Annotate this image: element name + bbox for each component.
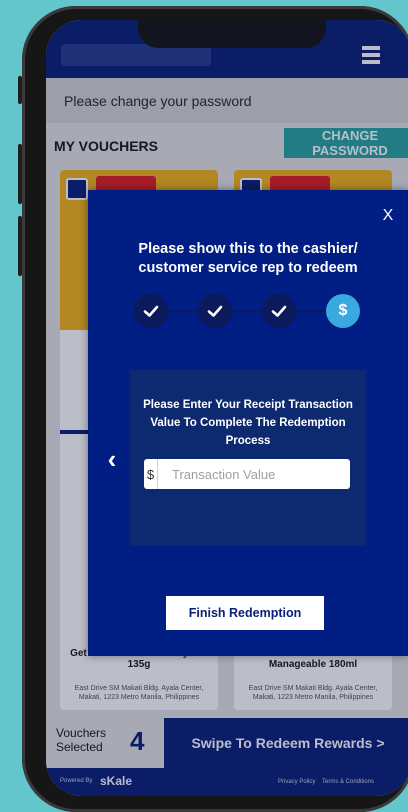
modal-title: Please show this to the cashier/ custome… bbox=[138, 241, 358, 276]
dollar-icon: $ bbox=[338, 302, 348, 319]
transaction-value-input[interactable] bbox=[158, 460, 350, 488]
transaction-field: $ bbox=[144, 459, 350, 489]
checkmark-icon bbox=[207, 305, 223, 317]
finish-redemption-button[interactable]: Finish Redemption bbox=[166, 596, 324, 630]
instruction-text: Please Enter Your Receipt Transaction Va… bbox=[143, 399, 353, 447]
transaction-panel: Please Enter Your Receipt Transaction Va… bbox=[130, 370, 366, 546]
phone-side-button bbox=[18, 76, 22, 104]
close-icon[interactable]: X bbox=[376, 204, 400, 228]
currency-symbol: $ bbox=[144, 459, 158, 489]
step-complete bbox=[198, 294, 232, 328]
phone-volume-down bbox=[18, 216, 22, 276]
redemption-modal: X Please show this to the cashier/ custo… bbox=[88, 190, 408, 656]
step-complete bbox=[262, 294, 296, 328]
chevron-left-icon[interactable]: ‹ bbox=[102, 444, 122, 474]
step-current: $ bbox=[326, 294, 360, 328]
checkmark-icon bbox=[143, 305, 159, 317]
app-screen: Please change your password MY VOUCHERS … bbox=[46, 20, 408, 796]
step-complete bbox=[134, 294, 168, 328]
phone-frame: Please change your password MY VOUCHERS … bbox=[18, 6, 408, 812]
phone-volume-up bbox=[18, 144, 22, 204]
progress-line bbox=[168, 310, 334, 312]
checkmark-icon bbox=[271, 305, 287, 317]
